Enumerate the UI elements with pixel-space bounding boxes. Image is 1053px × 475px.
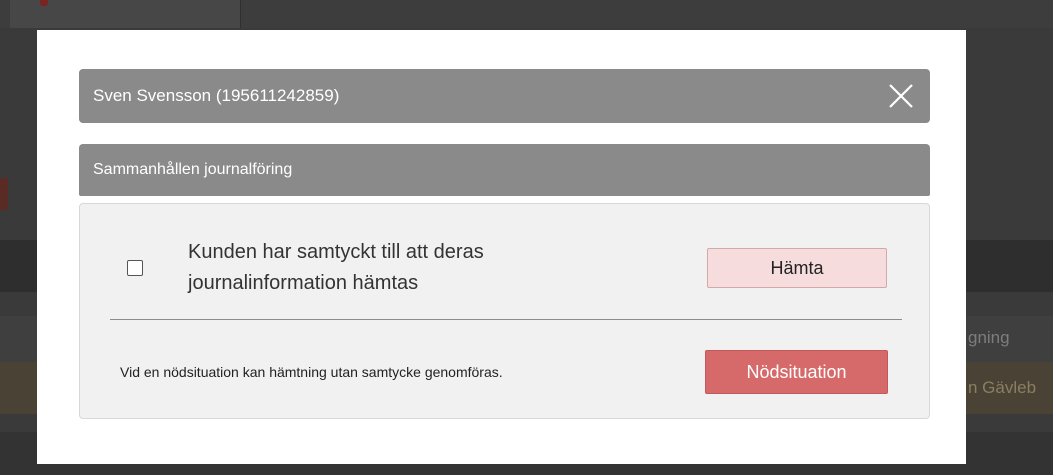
consent-panel: Kunden har samtyckt till att deras journ…: [79, 203, 930, 419]
consent-modal: Sven Svensson (195611242859) Sammanhålle…: [37, 30, 966, 464]
background-text: gning: [968, 328, 1010, 347]
consent-checkbox[interactable]: [127, 260, 143, 276]
background-text: n Gävleb: [968, 378, 1037, 397]
fetch-button[interactable]: Hämta: [707, 248, 887, 288]
section-header: Sammanhållen journalföring: [79, 144, 930, 196]
modal-header: Sven Svensson (195611242859): [79, 69, 930, 123]
background-indicator: [40, 0, 48, 6]
emergency-button[interactable]: Nödsituation: [705, 350, 888, 394]
section-title: Sammanhållen journalföring: [93, 161, 293, 178]
close-icon[interactable]: [884, 79, 918, 113]
background-marker: [0, 178, 8, 210]
divider: [110, 319, 902, 320]
emergency-info-text: Vid en nödsituation kan hämtning utan sa…: [120, 364, 503, 380]
patient-name-title: Sven Svensson (195611242859): [93, 86, 340, 105]
consent-label: Kunden har samtyckt till att deras journ…: [188, 241, 484, 294]
